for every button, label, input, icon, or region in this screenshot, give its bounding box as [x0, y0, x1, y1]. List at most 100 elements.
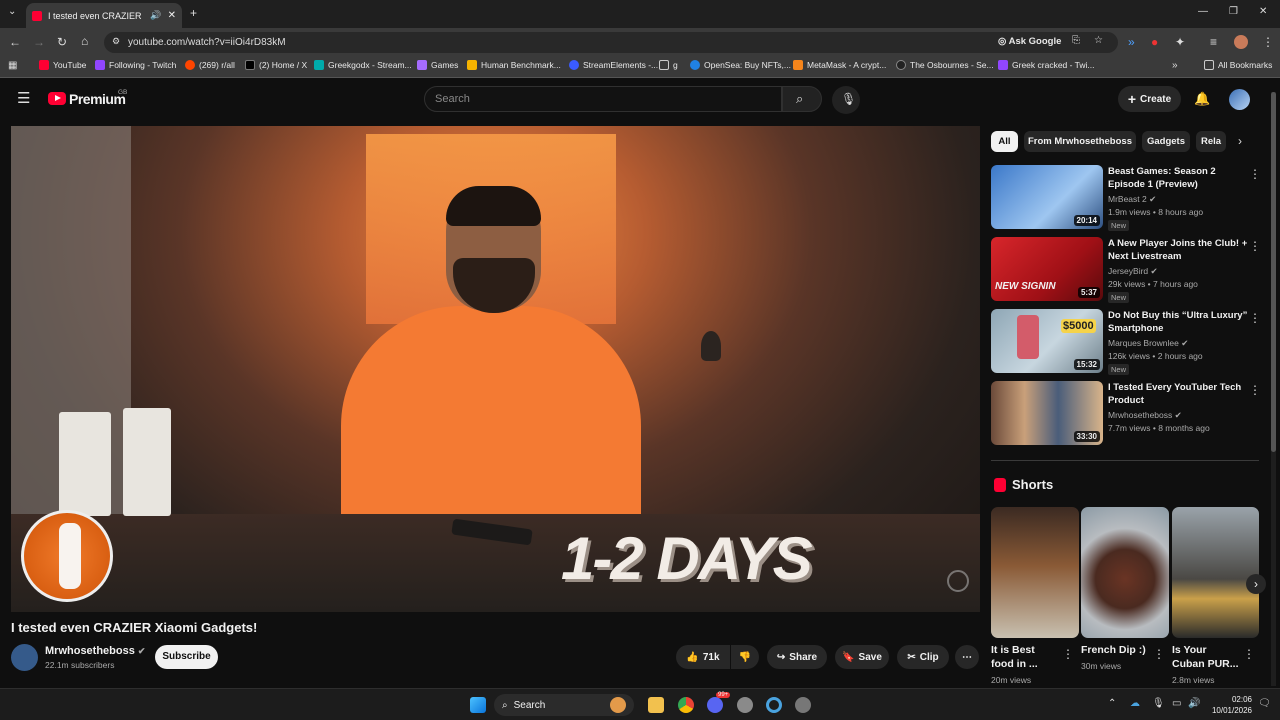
discord-icon[interactable]: 99+	[707, 692, 731, 713]
extension-icon[interactable]: »	[1128, 36, 1135, 48]
file-explorer-icon[interactable]	[648, 697, 664, 713]
bookmark-reddit[interactable]: (269) r/all	[185, 60, 235, 70]
chip-gadgets[interactable]: Gadgets	[1142, 131, 1190, 152]
forward-icon[interactable]: →	[33, 36, 45, 48]
extensions-puzzle-icon[interactable]: ✦	[1175, 36, 1185, 48]
apps-grid-icon[interactable]: ▦	[8, 61, 17, 71]
more-bookmarks-icon[interactable]: »	[1172, 61, 1178, 71]
clock[interactable]: 02:06 10/01/2026	[1206, 694, 1252, 716]
save-button[interactable]: 🔖 Save	[835, 645, 889, 669]
restore-icon[interactable]: ❐	[1229, 7, 1238, 17]
microphone-icon[interactable]: 🎙	[1152, 699, 1165, 709]
all-bookmarks[interactable]: All Bookmarks	[1204, 60, 1272, 70]
profile-avatar[interactable]	[1234, 35, 1248, 49]
address-bar[interactable]: ⚙ youtube.com/watch?v=iiOi4rD83kM ◎ Ask …	[104, 32, 1118, 53]
short-thumbnail[interactable]	[1081, 507, 1169, 638]
volume-icon[interactable]: 🔊	[1188, 699, 1200, 709]
rec-channel[interactable]: JerseyBird ✔	[1108, 266, 1158, 277]
bookmark-twitch[interactable]: Following - Twitch	[95, 60, 176, 70]
more-vertical-icon[interactable]: ⋮	[1062, 648, 1074, 660]
bookmark-greek-cracked[interactable]: Greek cracked - Twi...	[998, 60, 1095, 70]
close-tab-icon[interactable]: ✕	[168, 10, 176, 21]
short-title[interactable]: It is Best food in ...	[991, 643, 1059, 671]
bookmark-folder-g[interactable]: g	[659, 60, 678, 70]
minimize-icon[interactable]: —	[1198, 7, 1208, 17]
active-tab[interactable]: I tested even CRAZIER Xiaomi G 🔊 ✕	[26, 3, 182, 28]
rec-channel[interactable]: Marques Brownlee ✔	[1108, 338, 1188, 349]
extension-icon[interactable]: ●	[1151, 36, 1158, 48]
clip-button[interactable]: ✂ Clip	[897, 645, 949, 669]
more-vertical-icon[interactable]: ⋮	[1249, 239, 1261, 253]
app-c-icon[interactable]	[766, 697, 782, 713]
chip-related[interactable]: Rela	[1196, 131, 1226, 152]
rec-title[interactable]: Do Not Buy this “Ultra Luxury” Smartphon…	[1108, 309, 1248, 335]
subscribe-button[interactable]: Subscribe	[155, 645, 218, 669]
browser-menu-icon[interactable]: ⋮	[1262, 36, 1274, 48]
more-vertical-icon[interactable]: ⋮	[1243, 648, 1255, 660]
bookmark-x[interactable]: (2) Home / X	[245, 60, 307, 70]
page-scrollbar[interactable]	[1271, 92, 1276, 686]
chevron-right-icon[interactable]: ›	[1238, 135, 1242, 147]
bookmark-games[interactable]: Games	[417, 60, 458, 70]
channel-watermark-icon[interactable]	[947, 570, 969, 592]
notification-center-icon[interactable]: 🗨	[1258, 699, 1271, 709]
bookmark-metamask[interactable]: MetaMask - A crypt...	[793, 60, 886, 70]
scrollbar-thumb[interactable]	[1271, 92, 1276, 452]
dislike-button[interactable]: 👎	[731, 645, 759, 669]
video-thumbnail[interactable]: 33:30	[991, 381, 1103, 445]
account-avatar[interactable]	[1229, 89, 1250, 110]
network-icon[interactable]: ▭	[1172, 699, 1181, 709]
bookmark-opensea[interactable]: OpenSea: Buy NFTs,...	[690, 60, 791, 70]
rec-channel[interactable]: MrBeast 2 ✔	[1108, 194, 1156, 205]
like-button[interactable]: 👍 71k	[676, 645, 730, 669]
back-icon[interactable]: ←	[9, 36, 21, 48]
tab-list-icon[interactable]: ⌄	[8, 7, 16, 17]
logo-text[interactable]: Premium	[69, 91, 126, 107]
bookmark-greekgodx[interactable]: Greekgodx - Stream...	[314, 60, 412, 70]
video-thumbnail[interactable]: NEW SIGNIN 5:37	[991, 237, 1103, 301]
taskbar-search[interactable]: ⌕ Search	[494, 694, 634, 716]
rec-title[interactable]: Beast Games: Season 2 Episode 1 (Preview…	[1108, 165, 1248, 191]
shorts-next-button[interactable]: ›	[1246, 574, 1266, 594]
channel-avatar[interactable]	[11, 644, 38, 671]
bookmark-osbournes[interactable]: The Osbournes - Se...	[896, 60, 994, 70]
more-vertical-icon[interactable]: ⋮	[1249, 311, 1261, 325]
bookmark-human-benchmark[interactable]: Human Benchmark...	[467, 60, 561, 70]
search-button[interactable]: ⌕	[782, 86, 822, 112]
steam-icon[interactable]	[795, 697, 811, 713]
site-info-icon[interactable]: ⚙	[112, 36, 120, 47]
chip-from-channel[interactable]: From Mrwhosetheboss	[1024, 131, 1136, 152]
recommended-video[interactable]: NEW SIGNIN 5:37 A New Player Joins the Cl…	[991, 237, 1271, 303]
home-icon[interactable]: ⌂	[81, 35, 88, 47]
more-vertical-icon[interactable]: ⋮	[1249, 383, 1261, 397]
bookmark-star-icon[interactable]: ☆	[1094, 35, 1103, 46]
reload-icon[interactable]: ↻	[57, 36, 67, 48]
recommended-video[interactable]: 33:30 I Tested Every YouTuber Tech Produ…	[991, 381, 1271, 445]
chip-all[interactable]: All	[991, 131, 1018, 152]
video-thumbnail[interactable]: 20:14	[991, 165, 1103, 229]
short-title[interactable]: French Dip :)	[1081, 643, 1157, 657]
channel-name[interactable]: Mrwhosetheboss ✔	[45, 645, 145, 657]
chevron-up-icon[interactable]: ⌃	[1108, 699, 1116, 709]
rec-title[interactable]: I Tested Every YouTuber Tech Product	[1108, 381, 1248, 407]
share-button[interactable]: ↪ Share	[767, 645, 827, 669]
short-title[interactable]: Is Your Cuban PUR...	[1172, 643, 1240, 671]
new-tab-icon[interactable]: +	[190, 7, 197, 19]
chrome-icon[interactable]	[678, 697, 694, 713]
video-player[interactable]: 1-2 DAYS	[11, 126, 980, 612]
recommended-video[interactable]: $5000 15:32 Do Not Buy this “Ultra Luxury…	[991, 309, 1271, 375]
close-window-icon[interactable]: ✕	[1259, 7, 1267, 17]
video-thumbnail[interactable]: $5000 15:32	[991, 309, 1103, 373]
rec-title[interactable]: A New Player Joins the Club! + Next Live…	[1108, 237, 1248, 263]
rec-channel[interactable]: Mrwhosetheboss ✔	[1108, 410, 1182, 421]
bookmark-streamelements[interactable]: StreamElements -...	[569, 60, 658, 70]
hamburger-menu-icon[interactable]: ☰	[17, 91, 30, 106]
voice-search-button[interactable]: 🎙	[832, 86, 860, 114]
recommended-video[interactable]: 20:14 Beast Games: Season 2 Episode 1 (P…	[991, 165, 1271, 231]
windows-start-icon[interactable]	[470, 697, 486, 713]
youtube-logo-icon[interactable]	[48, 92, 66, 105]
short-thumbnail[interactable]	[991, 507, 1079, 638]
more-vertical-icon[interactable]: ⋮	[1153, 648, 1165, 660]
media-control-icon[interactable]: ≡	[1210, 36, 1217, 48]
ask-google-button[interactable]: ◎ Ask Google	[998, 36, 1061, 47]
